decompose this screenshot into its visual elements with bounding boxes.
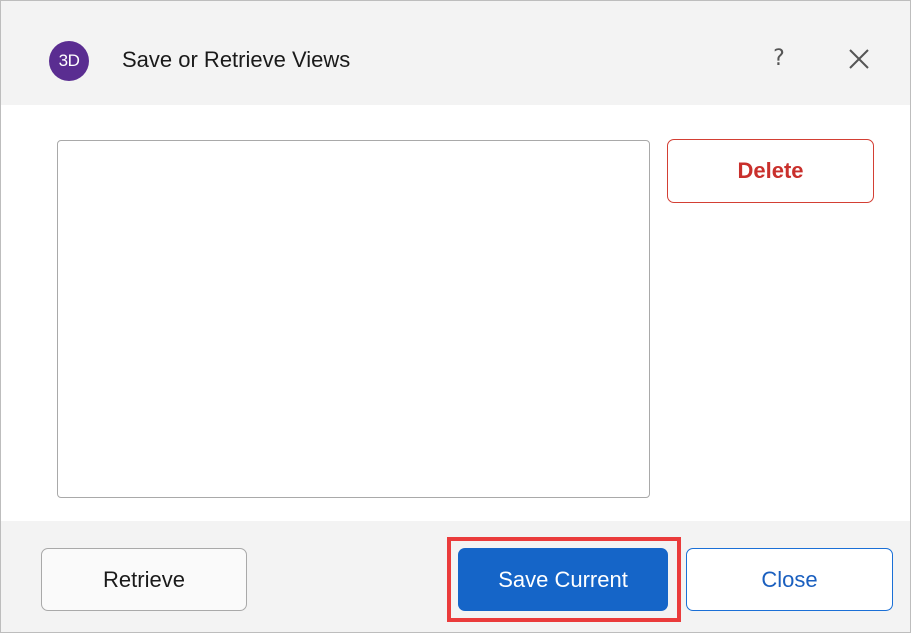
close-x-glyph	[849, 49, 869, 69]
saved-views-list[interactable]	[57, 140, 650, 498]
title-bar: 3D Save or Retrieve Views ?	[1, 1, 910, 105]
dialog-title: Save or Retrieve Views	[122, 47, 351, 72]
save-current-button[interactable]: Save Current	[458, 548, 668, 611]
save-retrieve-views-dialog: 3D Save or Retrieve Views ? Delete Retri…	[0, 0, 911, 633]
close-button[interactable]: Close	[686, 548, 893, 611]
delete-button[interactable]: Delete	[667, 139, 874, 203]
retrieve-button[interactable]: Retrieve	[41, 548, 247, 611]
help-button[interactable]: ?	[761, 41, 797, 77]
app-3d-icon: 3D	[49, 41, 89, 81]
close-icon[interactable]	[841, 41, 877, 77]
